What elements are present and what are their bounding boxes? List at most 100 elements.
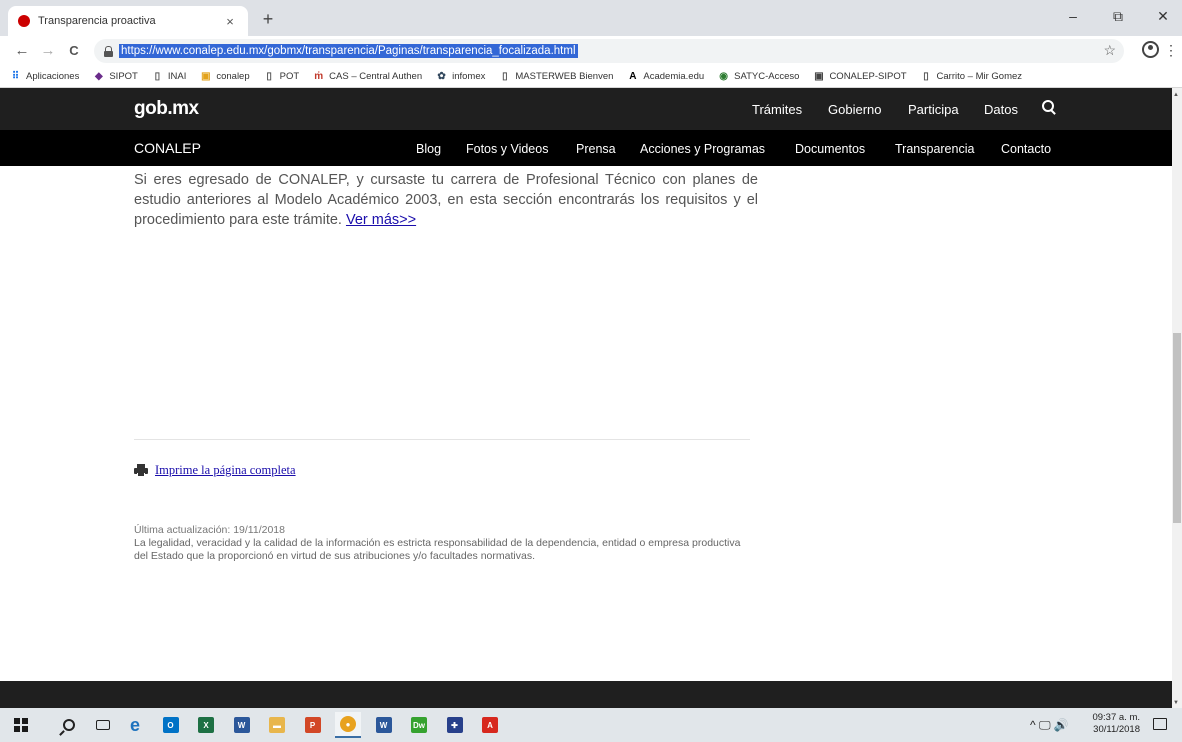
task-view-icon: [96, 720, 110, 730]
taskbar-app-file-explorer[interactable]: ▬: [264, 712, 290, 738]
nav-transparencia[interactable]: Transparencia: [895, 142, 974, 156]
new-tab-button[interactable]: +: [258, 10, 278, 28]
bookmark-item[interactable]: ▯ MASTERWEB Bienven: [499, 71, 613, 82]
page-icon: ▯: [923, 71, 929, 82]
bookmark-item[interactable]: ◉ SATYC-Acceso: [718, 71, 799, 82]
outlook-icon: O: [162, 717, 179, 733]
gob-header: gob.mx Trámites Gobierno Participa Datos: [0, 88, 1172, 130]
bookmark-item[interactable]: ▯ POT: [264, 71, 300, 82]
windows-taskbar: e O X W ▬ P ● W Dw ✚ A ^ 🖵 🔊 09:37 a. m. 30/11/201…: [0, 708, 1182, 742]
bookmark-label: INAI: [167, 71, 187, 82]
bookmark-label: POT: [279, 71, 300, 82]
forward-button[interactable]: →: [38, 42, 58, 60]
bookmark-label: Academia.edu: [643, 71, 705, 82]
bookmark-item[interactable]: ⠿ Aplicaciones: [10, 71, 80, 82]
print-page-link[interactable]: Imprime la página completa: [155, 463, 296, 478]
bookmark-item[interactable]: ṁ CAS – Central Authen: [313, 71, 422, 82]
taskbar-app-outlook[interactable]: O: [158, 712, 184, 738]
conalep-logo-icon: ▣: [201, 71, 211, 82]
gob-mx-logo[interactable]: gob.mx: [134, 98, 199, 120]
bookmark-item[interactable]: ▯ INAI: [152, 71, 187, 82]
chrome-icon: ●: [340, 716, 356, 732]
taskbar-app-excel[interactable]: X: [193, 712, 219, 738]
nav-acciones-programas[interactable]: Acciones y Programas: [640, 142, 765, 156]
nav-fotos-videos[interactable]: Fotos y Videos: [466, 142, 548, 156]
nav-prensa[interactable]: Prensa: [576, 142, 616, 156]
bookmark-label: CONALEP-SIPOT: [829, 71, 907, 82]
bookmark-item[interactable]: ▣ CONALEP-SIPOT: [813, 71, 906, 82]
window-minimize-button[interactable]: –: [1058, 8, 1088, 24]
account-icon[interactable]: [1142, 41, 1159, 58]
cas-logo-icon: ṁ: [314, 71, 324, 82]
reload-button[interactable]: C: [64, 42, 84, 60]
task-view-button[interactable]: [90, 712, 116, 738]
printer-icon[interactable]: [134, 464, 148, 477]
search-icon: [63, 719, 75, 731]
paragraph-text: Si eres egresado de CONALEP, y cursaste …: [134, 172, 758, 228]
powerpoint-icon: P: [304, 717, 321, 733]
nav-datos[interactable]: Datos: [984, 102, 1018, 117]
scroll-down-icon[interactable]: ▼: [1173, 700, 1179, 706]
page-scrollbar[interactable]: ▲ ▼: [1172, 88, 1182, 708]
taskbar-app-word[interactable]: W: [229, 712, 255, 738]
taskbar-app-acrobat[interactable]: A: [477, 712, 503, 738]
infomex-logo-icon: ✿: [437, 71, 446, 82]
taskbar-app-dreamweaver[interactable]: Dw: [406, 712, 432, 738]
system-tray[interactable]: ^ 🖵 🔊: [1030, 718, 1069, 733]
sipot-logo-icon: ◆: [94, 71, 103, 82]
browser-toolbar: ← → C https://www.conalep.edu.mx/gobmx/t…: [0, 36, 1182, 66]
url-text[interactable]: https://www.conalep.edu.mx/gobmx/transpa…: [119, 44, 578, 58]
page-footer: [0, 681, 1172, 708]
window-close-button[interactable]: ✕: [1148, 8, 1178, 25]
nav-blog[interactable]: Blog: [416, 142, 441, 156]
satyc-logo-icon: ◉: [719, 71, 728, 82]
bookmark-label: Carrito – Mir Gomez: [936, 71, 1023, 82]
search-icon[interactable]: [1042, 100, 1056, 114]
browser-menu-icon[interactable]: ⋮: [1164, 42, 1178, 59]
lock-icon: [104, 45, 113, 57]
file-explorer-icon: ▬: [269, 717, 285, 733]
browser-tab-strip: Transparencia proactiva × + – ⧉ ✕: [0, 0, 1182, 36]
bookmark-item[interactable]: ▯ Carrito – Mir Gomez: [921, 71, 1023, 82]
word-icon: W: [233, 717, 250, 733]
nav-gobierno[interactable]: Gobierno: [828, 102, 881, 117]
taskbar-app-uk-flag[interactable]: ✚: [442, 712, 468, 738]
ver-mas-link[interactable]: Ver más>>: [346, 212, 416, 228]
taskbar-app-powerpoint[interactable]: P: [300, 712, 326, 738]
print-row: Imprime la página completa: [134, 463, 296, 478]
bookmark-item[interactable]: ✿ infomex: [436, 71, 485, 82]
scroll-up-icon[interactable]: ▲: [1173, 92, 1179, 98]
nav-contacto[interactable]: Contacto: [1001, 142, 1051, 156]
bookmark-star-icon[interactable]: ☆: [1103, 42, 1116, 59]
page-viewport: gob.mx Trámites Gobierno Participa Datos…: [0, 88, 1172, 708]
taskbar-app-edge[interactable]: e: [122, 712, 148, 738]
browser-tab[interactable]: Transparencia proactiva ×: [8, 6, 248, 36]
bookmark-item[interactable]: ◆ SIPOT: [93, 71, 138, 82]
start-button[interactable]: [8, 712, 34, 738]
tab-title: Transparencia proactiva: [38, 15, 156, 27]
nav-documentos[interactable]: Documentos: [795, 142, 865, 156]
bookmark-label: MASTERWEB Bienven: [515, 71, 614, 82]
conalep-sipot-logo-icon: ▣: [814, 71, 824, 82]
address-bar[interactable]: https://www.conalep.edu.mx/gobmx/transpa…: [94, 39, 1124, 63]
page-icon: ▯: [154, 71, 161, 82]
taskbar-search-button[interactable]: [56, 712, 82, 738]
scroll-thumb[interactable]: [1173, 333, 1181, 523]
tab-close-icon[interactable]: ×: [222, 14, 238, 29]
conalep-brand[interactable]: CONALEP: [134, 140, 201, 156]
notification-icon[interactable]: [1153, 718, 1167, 730]
window-maximize-button[interactable]: ⧉: [1103, 8, 1133, 25]
taskbar-clock[interactable]: 09:37 a. m. 30/11/2018: [1088, 712, 1140, 736]
back-button[interactable]: ←: [12, 42, 32, 60]
bookmark-item[interactable]: A Academia.edu: [627, 71, 704, 82]
bookmarks-bar: ⠿ Aplicaciones ◆ SIPOT ▯ INAI ▣ conalep ▯ POT ṁ CAS…: [0, 66, 1182, 88]
taskbar-app-word-2[interactable]: W: [371, 712, 397, 738]
nav-participa[interactable]: Participa: [908, 102, 959, 117]
nav-tramites[interactable]: Trámites: [752, 102, 802, 117]
bookmark-item[interactable]: ▣ conalep: [200, 71, 250, 82]
excel-icon: X: [198, 717, 214, 733]
windows-logo-icon: [14, 718, 28, 732]
taskbar-app-chrome[interactable]: ●: [335, 712, 361, 738]
page-icon: ▯: [266, 71, 272, 82]
bookmark-label: SIPOT: [109, 71, 138, 82]
